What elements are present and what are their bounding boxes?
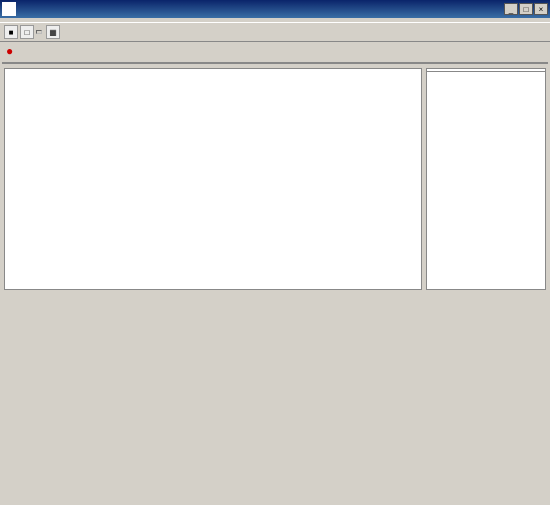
toolbar-filter-group — [36, 30, 42, 34]
toolbar: ■ □ ▦ — [0, 22, 550, 42]
chart-panel — [4, 68, 422, 290]
toolbar-btn-1[interactable]: ■ — [4, 25, 18, 39]
minimize-button[interactable]: _ — [504, 3, 518, 15]
legend-header — [427, 69, 545, 72]
throughput-chart — [9, 75, 409, 285]
title-bar: _ □ × — [0, 0, 550, 18]
close-button[interactable]: × — [534, 3, 548, 15]
toolbar-btn-2[interactable]: □ — [20, 25, 34, 39]
data-panel — [2, 62, 548, 64]
toolbar-btn-3[interactable]: ▦ — [46, 25, 60, 39]
legend-panel — [426, 68, 546, 290]
logo-bar: ● — [0, 42, 550, 60]
app-icon — [2, 2, 16, 16]
maximize-button[interactable]: □ — [519, 3, 533, 15]
logo-bullet: ● — [6, 44, 14, 58]
